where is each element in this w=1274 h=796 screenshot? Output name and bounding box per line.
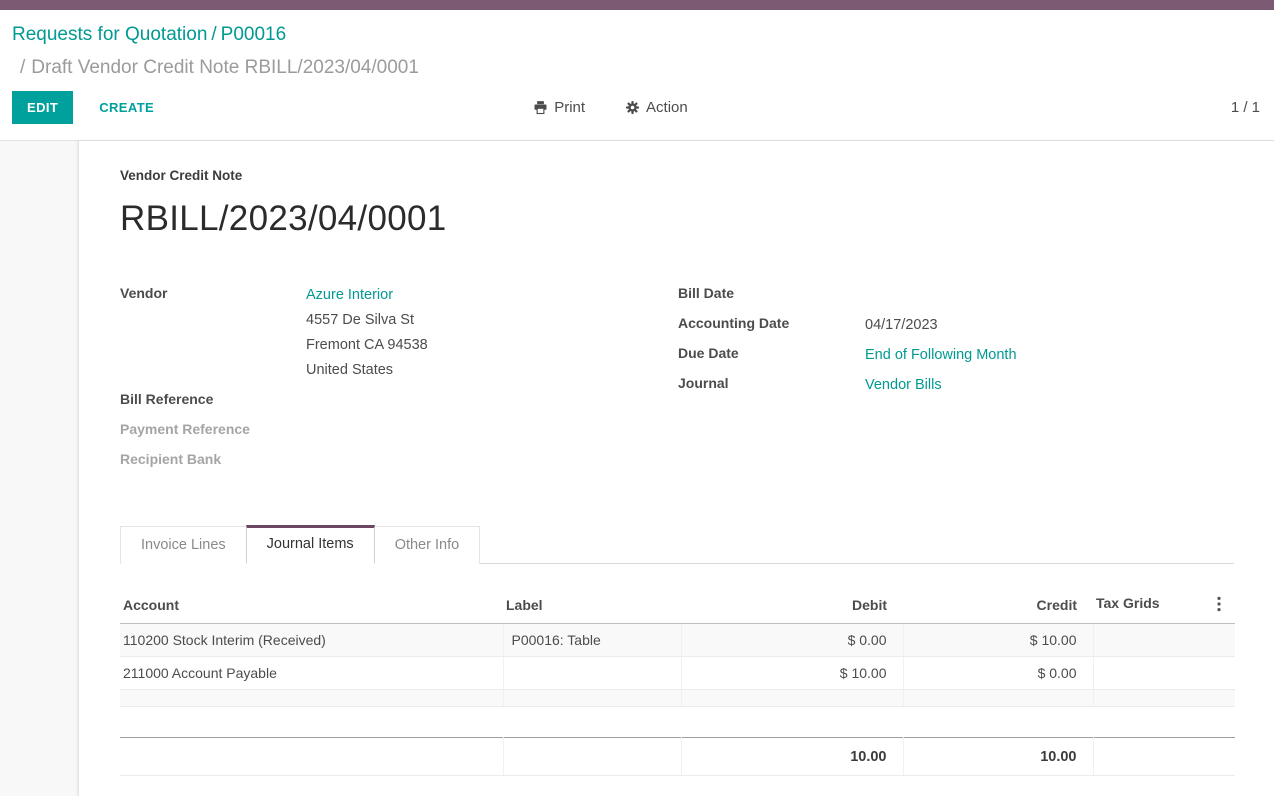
column-header-debit[interactable]: Debit — [681, 589, 903, 624]
column-header-tax-grids[interactable]: Tax Grids — [1093, 589, 1235, 624]
accounting-date-value: 04/17/2023 — [865, 313, 938, 338]
field-journal: Journal Vendor Bills — [678, 373, 1234, 403]
field-bill-date: Bill Date — [678, 283, 1234, 313]
totals-row: 10.00 10.00 — [120, 738, 1235, 776]
breadcrumb-active-label: Draft Vendor Credit Note RBILL/2023/04/0… — [31, 57, 419, 78]
tab-journal-items[interactable]: Journal Items — [246, 525, 375, 564]
breadcrumb-p00016[interactable]: P00016 — [221, 24, 287, 45]
journal-label: Journal — [678, 373, 865, 391]
cell-label — [503, 657, 681, 690]
vendor-address-line: Fremont CA 94538 — [306, 333, 428, 358]
action-button-label: Action — [646, 99, 688, 116]
form-sheet: Vendor Credit Note RBILL/2023/04/0001 Ve… — [78, 141, 1274, 796]
journal-link[interactable]: Vendor Bills — [865, 377, 942, 393]
cell-credit: $ 10.00 — [903, 624, 1093, 657]
column-header-account[interactable]: Account — [120, 589, 503, 624]
control-panel-buttons: EDIT CREATE Print — [12, 91, 1260, 124]
field-recipient-bank: Recipient Bank — [120, 449, 678, 479]
vendor-address-line: 4557 De Silva St — [306, 308, 428, 333]
cell-tax-grids — [1093, 624, 1235, 657]
vendor-value: Azure Interior 4557 De Silva St Fremont … — [306, 283, 428, 383]
page-title: RBILL/2023/04/0001 — [120, 199, 1234, 239]
cell-account: 211000 Account Payable — [120, 657, 503, 690]
recipient-bank-label: Recipient Bank — [120, 449, 306, 467]
column-header-tax-grids-label: Tax Grids — [1096, 595, 1160, 611]
accounting-date-label: Accounting Date — [678, 313, 865, 331]
field-bill-reference: Bill Reference — [120, 389, 678, 419]
print-button-label: Print — [554, 99, 585, 116]
bill-date-label: Bill Date — [678, 283, 865, 301]
field-accounting-date: Accounting Date 04/17/2023 — [678, 313, 1234, 343]
table-totals: 10.00 10.00 — [120, 737, 1235, 776]
content-area: Vendor Credit Note RBILL/2023/04/0001 Ve… — [0, 141, 1274, 796]
column-header-credit[interactable]: Credit — [903, 589, 1093, 624]
edit-button[interactable]: EDIT — [12, 91, 73, 124]
vendor-address-line: United States — [306, 358, 428, 383]
tab-invoice-lines[interactable]: Invoice Lines — [120, 526, 247, 564]
bill-reference-label: Bill Reference — [120, 389, 306, 407]
field-payment-reference: Payment Reference — [120, 419, 678, 449]
column-header-label[interactable]: Label — [503, 589, 681, 624]
cell-label: P00016: Table — [503, 624, 681, 657]
field-group-right: Bill Date Accounting Date 04/17/2023 Due… — [678, 283, 1234, 479]
brand-top-bar — [0, 0, 1274, 10]
journal-items-table: Account Label Debit Credit — [120, 589, 1234, 776]
field-due-date: Due Date End of Following Month — [678, 343, 1234, 373]
due-date-link[interactable]: End of Following Month — [865, 347, 1017, 363]
cell-tax-grids — [1093, 657, 1235, 690]
breadcrumb-separator: / — [20, 57, 31, 78]
table-row[interactable]: 110200 Stock Interim (Received) P00016: … — [120, 624, 1235, 657]
control-panel-center-group: Print Action — [75, 98, 1146, 117]
breadcrumb-separator: / — [207, 24, 220, 45]
total-credit: 10.00 — [903, 738, 1093, 776]
cell-debit: $ 0.00 — [681, 624, 903, 657]
due-date-label: Due Date — [678, 343, 865, 361]
tab-other-info[interactable]: Other Info — [374, 526, 480, 564]
vendor-label: Vendor — [120, 283, 306, 301]
document-type-label: Vendor Credit Note — [120, 168, 1234, 183]
breadcrumb-requests-for-quotation[interactable]: Requests for Quotation — [12, 24, 207, 45]
field-vendor: Vendor Azure Interior 4557 De Silva St F… — [120, 283, 678, 383]
payment-reference-label: Payment Reference — [120, 419, 306, 437]
vendor-link[interactable]: Azure Interior — [306, 287, 393, 303]
gear-icon — [625, 100, 640, 115]
print-button[interactable]: Print — [527, 98, 591, 117]
action-button[interactable]: Action — [619, 98, 694, 117]
cell-debit: $ 10.00 — [681, 657, 903, 690]
pager[interactable]: 1 / 1 — [1231, 99, 1260, 116]
breadcrumb: Requests for Quotation/P00016 — [12, 22, 1260, 47]
field-groups: Vendor Azure Interior 4557 De Silva St F… — [120, 283, 1234, 479]
field-group-left: Vendor Azure Interior 4557 De Silva St F… — [120, 283, 678, 479]
table-row-empty — [120, 690, 1235, 707]
table-header-row: Account Label Debit Credit — [120, 589, 1235, 624]
cell-account: 110200 Stock Interim (Received) — [120, 624, 503, 657]
printer-icon — [533, 100, 548, 115]
total-debit: 10.00 — [681, 738, 903, 776]
notebook-tabs: Invoice Lines Journal Items Other Info — [120, 525, 1234, 564]
optional-columns-toggle-icon[interactable] — [1217, 596, 1221, 615]
control-panel: Requests for Quotation/P00016 /Draft Ven… — [0, 10, 1274, 141]
breadcrumb-active: /Draft Vendor Credit Note RBILL/2023/04/… — [12, 55, 1260, 80]
table-row[interactable]: 211000 Account Payable $ 10.00 $ 0.00 — [120, 657, 1235, 690]
cell-credit: $ 0.00 — [903, 657, 1093, 690]
